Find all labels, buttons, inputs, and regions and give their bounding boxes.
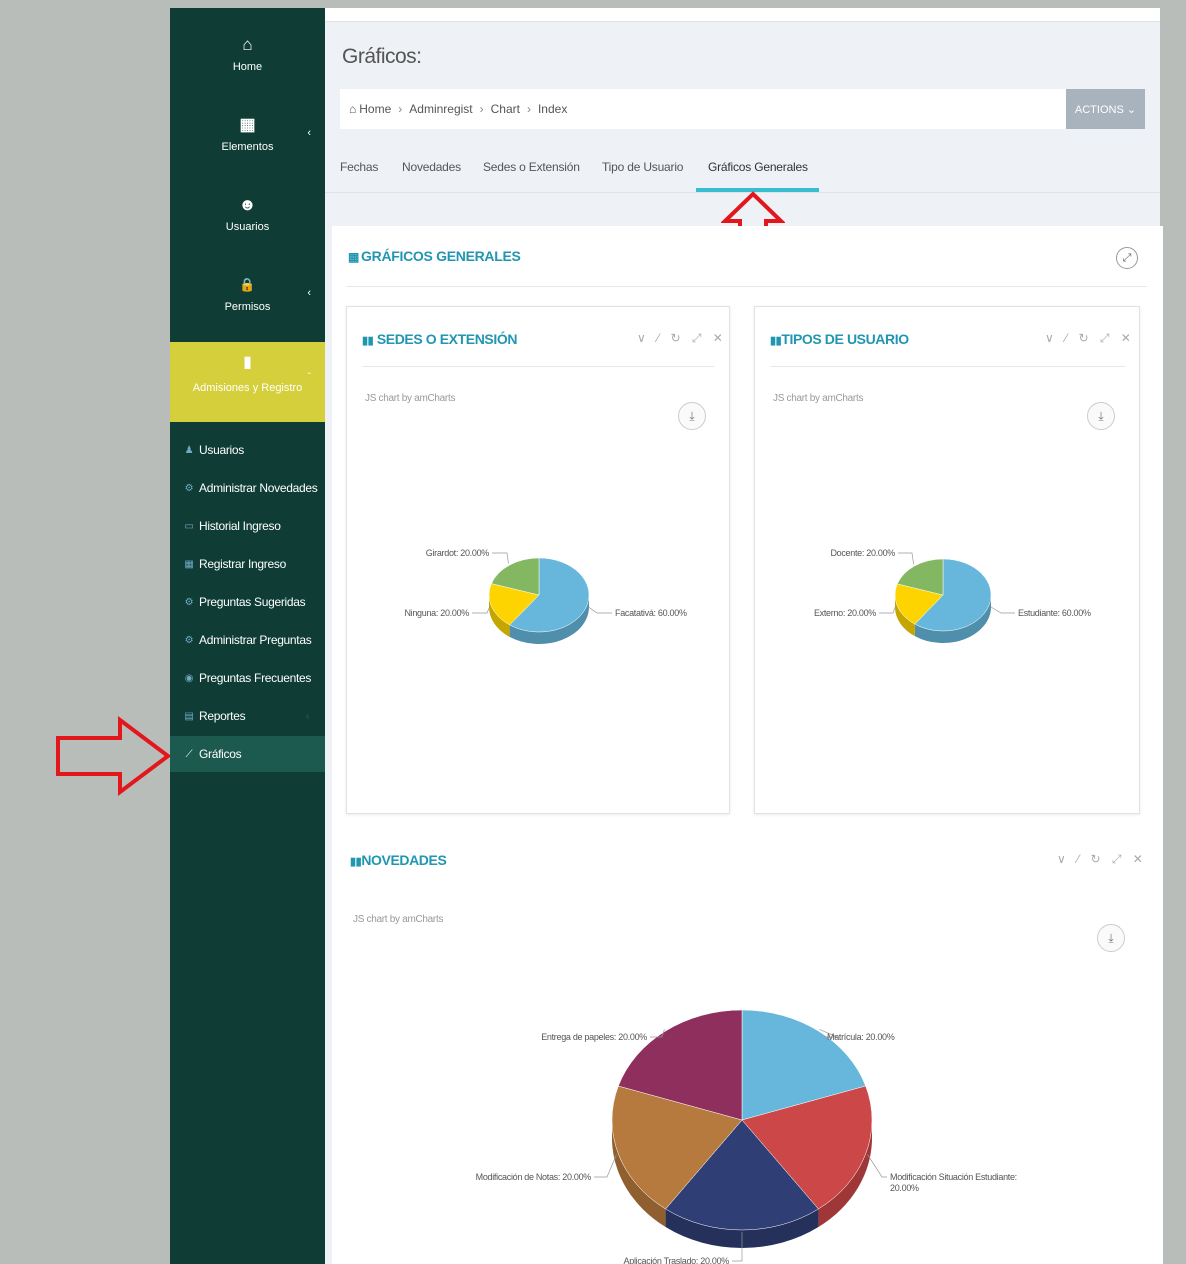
sidebar-item-label: Admisiones y Registro: [192, 382, 303, 394]
slice-label: Modificación de Notas: 20.00%: [476, 1172, 592, 1182]
sidebar-item-label: Usuarios: [225, 221, 270, 233]
breadcrumb-home[interactable]: Home: [359, 102, 391, 116]
chart-card-sedes: ▮▮ SEDES O EXTENSIÓN ∨ ⁄ ↻ ⤢ ✕ JS chart …: [346, 306, 730, 814]
top-bar: [325, 8, 1160, 22]
sidebar-subitem-reportes[interactable]: ▤ Reportes ‹: [170, 698, 325, 734]
tab-graficos-generales[interactable]: Gráficos Generales: [708, 160, 808, 174]
slice-leader-line: [867, 1154, 887, 1178]
divider: [346, 286, 1147, 287]
sidebar-subitem-preguntas-sugeridas[interactable]: ⚙ Preguntas Sugeridas: [170, 584, 325, 620]
sidebar-subitem-label: Preguntas Frecuentes: [199, 671, 312, 685]
slice-label: Girardot: 20.00%: [426, 548, 490, 558]
sidebar-subitem-usuarios[interactable]: ♟ Usuarios: [170, 432, 325, 468]
sidebar-subitem-label: Gráficos: [199, 747, 242, 761]
tab-bar: Fechas Novedades Sedes o Extensión Tipo …: [325, 148, 1160, 193]
sidebar-item-label: Home: [232, 61, 263, 73]
book-icon: ▮: [243, 354, 252, 371]
annotation-arrow-right: [56, 716, 172, 796]
actions-button[interactable]: ACTIONS ⌄: [1066, 89, 1145, 129]
sidebar-subitem-label: Administrar Novedades: [199, 481, 318, 495]
table-icon: ▦: [348, 250, 360, 264]
sidebar-subitem-registrar-ingreso[interactable]: ▦ Registrar Ingreso: [170, 546, 325, 582]
sidebar-subitem-label: Reportes: [199, 709, 246, 723]
slice-label: 20.00%: [890, 1183, 919, 1193]
building-icon: ▦: [239, 115, 256, 134]
cogs-icon: ⚙: [184, 634, 194, 646]
portlet-title: ▦ GRÁFICOS GENERALES: [348, 248, 521, 264]
sidebar-item-admisiones[interactable]: ▮ Admisiones y Registro ˇ: [170, 342, 325, 422]
main-content: Gráficos: ⌂ Home › Adminregist › Chart ›…: [325, 8, 1163, 1264]
slice-leader-line: [588, 606, 612, 614]
file-icon: ▤: [184, 710, 194, 722]
sidebar-subitem-label: Preguntas Sugeridas: [199, 595, 306, 609]
chart-card-tipos-usuario: ▮▮TIPOS DE USUARIO ∨ ⁄ ↻ ⤢ ✕ JS chart by…: [754, 306, 1140, 814]
tab-sedes-o-extension[interactable]: Sedes o Extensión: [483, 160, 580, 174]
sidebar-subitem-historial-ingreso[interactable]: ▭ Historial Ingreso: [170, 508, 325, 544]
pie-chart-novedades: Matrícula: 20.00% Modificación Situación …: [476, 1009, 1017, 1264]
sidebar-item-elementos[interactable]: ▦ Elementos ‹: [170, 115, 325, 153]
slice-leader-line: [898, 552, 914, 565]
portlet-title-text: GRÁFICOS GENERALES: [361, 248, 521, 264]
slice-label: Docente: 20.00%: [830, 548, 895, 558]
slice-label: Facatativá: 60.00%: [615, 608, 687, 618]
breadcrumb-separator: ›: [479, 102, 484, 116]
breadcrumb-adminregist[interactable]: Adminregist: [409, 102, 472, 116]
sidebar-subitem-graficos[interactable]: ⟋ Gráficos: [170, 736, 325, 772]
slice-leader-line: [594, 1154, 617, 1178]
table-icon: ▦: [184, 558, 194, 570]
pie-chart-tipos-usuario: Estudiante: 60.00% Externo: 20.00% Docente…: [814, 548, 1091, 643]
chevron-left-icon: ‹: [307, 287, 311, 299]
cogs-icon: ⚙: [184, 482, 194, 494]
breadcrumb-index: Index: [537, 102, 568, 116]
graficos-generales-portlet: ▦ GRÁFICOS GENERALES ⤢ ▮▮ SEDES O EXTENSI…: [332, 226, 1163, 1264]
slice-label: Modificación Situación Estudiante:: [890, 1172, 1017, 1182]
chevron-left-icon: ‹: [307, 127, 311, 139]
lock-icon: 🔒: [239, 277, 256, 292]
slice-label: Ninguna: 20.00%: [404, 608, 469, 618]
tab-novedades[interactable]: Novedades: [402, 160, 461, 174]
sidebar-subitem-administrar-novedades[interactable]: ⚙ Administrar Novedades: [170, 470, 325, 506]
line-chart-icon: ⟋: [185, 748, 193, 760]
home-icon: ⌂: [242, 35, 253, 54]
slice-leader-line: [472, 606, 490, 614]
pie-chart-sedes: Facatativá: 60.00% Ninguna: 20.00% Girardo…: [404, 548, 687, 644]
slice-label: Aplicación Traslado: 20.00%: [624, 1256, 730, 1264]
fullscreen-button[interactable]: ⤢: [1116, 247, 1138, 269]
sidebar-item-home[interactable]: ⌂ Home: [170, 35, 325, 73]
sidebar-item-usuarios[interactable]: ☻ Usuarios: [170, 195, 325, 233]
chart-card-novedades: ▮▮NOVEDADES ∨ ⁄ ↻ ⤢ ✕ JS chart by amChar…: [332, 826, 1163, 1264]
chevron-left-icon: ‹: [305, 710, 309, 722]
globe-icon: ◉: [184, 672, 194, 684]
sidebar: ⌂ Home ▦ Elementos ‹ ☻ Usuarios 🔒 Permis…: [170, 8, 325, 1264]
breadcrumb-separator: ›: [526, 102, 531, 116]
home-icon: ⌂: [349, 102, 357, 116]
sidebar-subitem-label: Historial Ingreso: [199, 519, 281, 533]
sidebar-item-label: Elementos: [221, 141, 274, 153]
sidebar-subitem-label: Administrar Preguntas: [199, 633, 312, 647]
slice-label: Matrícula: 20.00%: [827, 1032, 895, 1042]
slice-label: Entrega de papeles: 20.00%: [541, 1032, 647, 1042]
sidebar-subitem-label: Usuarios: [199, 443, 244, 457]
slice-leader-line: [990, 606, 1015, 614]
sidebar-subitem-administrar-preguntas[interactable]: ⚙ Administrar Preguntas: [170, 622, 325, 658]
slice-label: Externo: 20.00%: [814, 608, 876, 618]
cogs-icon: ⚙: [184, 596, 194, 608]
breadcrumb-separator: ›: [398, 102, 403, 116]
users-icon: ☻: [238, 195, 257, 214]
breadcrumb-chart[interactable]: Chart: [491, 102, 520, 116]
page-title: Gráficos:: [342, 45, 422, 68]
tab-tipo-de-usuario[interactable]: Tipo de Usuario: [602, 160, 683, 174]
user-icon: ♟: [184, 444, 194, 456]
slice-leader-line: [879, 606, 896, 614]
slice-leader-line: [492, 552, 509, 564]
sidebar-subitem-preguntas-frecuentes[interactable]: ◉ Preguntas Frecuentes: [170, 660, 325, 696]
chevron-down-icon: ˇ: [307, 372, 311, 383]
sidebar-item-permisos[interactable]: 🔒 Permisos ‹: [170, 275, 325, 313]
slice-label: Estudiante: 60.00%: [1018, 608, 1091, 618]
sidebar-item-label: Permisos: [224, 301, 271, 313]
sidebar-subitem-label: Registrar Ingreso: [199, 557, 286, 571]
breadcrumb: ⌂ Home › Adminregist › Chart › Index: [340, 89, 1081, 129]
desktop-icon: ▭: [184, 520, 194, 532]
tab-fechas[interactable]: Fechas: [340, 160, 378, 174]
